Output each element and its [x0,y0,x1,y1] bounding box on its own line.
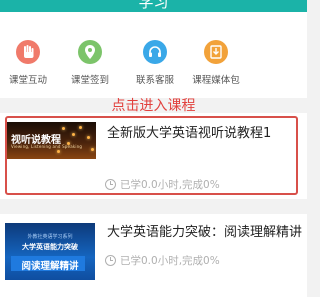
shortcut-checkin[interactable]: 课堂签到 [60,40,120,86]
clock-icon [105,179,116,190]
clock-icon [105,255,116,266]
shortcut-label: 课堂签到 [70,75,109,86]
page-title: 学习 [138,0,169,11]
course-title[interactable]: 大学英语能力突破：阅读理解精讲 [107,221,302,240]
thumbnail-series: 外教社英语学习系列 [27,234,73,240]
hand-icon [16,40,40,64]
download-icon [204,40,228,64]
header-bar: 学习 [0,0,307,12]
shortcut-contact-support[interactable]: 联系客服 [125,40,185,86]
headset-icon [143,40,167,64]
shortcut-label: 课堂互动 [8,75,47,86]
course-progress: 已学0.0小时,完成0% [105,177,220,192]
thumbnail-subtitle: Viewing, Listening and Speaking [11,144,83,149]
shortcut-course-media[interactable]: 课程媒体包 [186,40,246,86]
shortcut-label: 联系客服 [135,75,174,86]
shortcut-label: 课程媒体包 [192,75,240,86]
progress-text: 已学0.0小时,完成0% [120,255,220,267]
course-thumbnail[interactable]: 外教社英语学习系列 大学英语能力突破 阅读理解精讲 [5,223,95,280]
location-pin-icon [78,40,102,64]
thumbnail-subtitle: 阅读理解精讲 [21,261,79,272]
course-thumbnail[interactable]: 视听说教程 Viewing, Listening and Speaking [7,122,96,159]
course-title[interactable]: 全新版大学英语视听说教程1 [107,122,271,141]
progress-text: 已学0.0小时,完成0% [120,179,220,191]
shortcut-classroom-interaction[interactable]: 课堂互动 [0,40,58,86]
course-progress: 已学0.0小时,完成0% [105,253,220,268]
thumbnail-title: 大学英语能力突破 [22,243,78,251]
shortcut-bar: 课堂互动 课堂签到 联系客服 课程媒体包 [0,12,307,98]
click-hint-text: 点击进入课程 [111,98,196,114]
